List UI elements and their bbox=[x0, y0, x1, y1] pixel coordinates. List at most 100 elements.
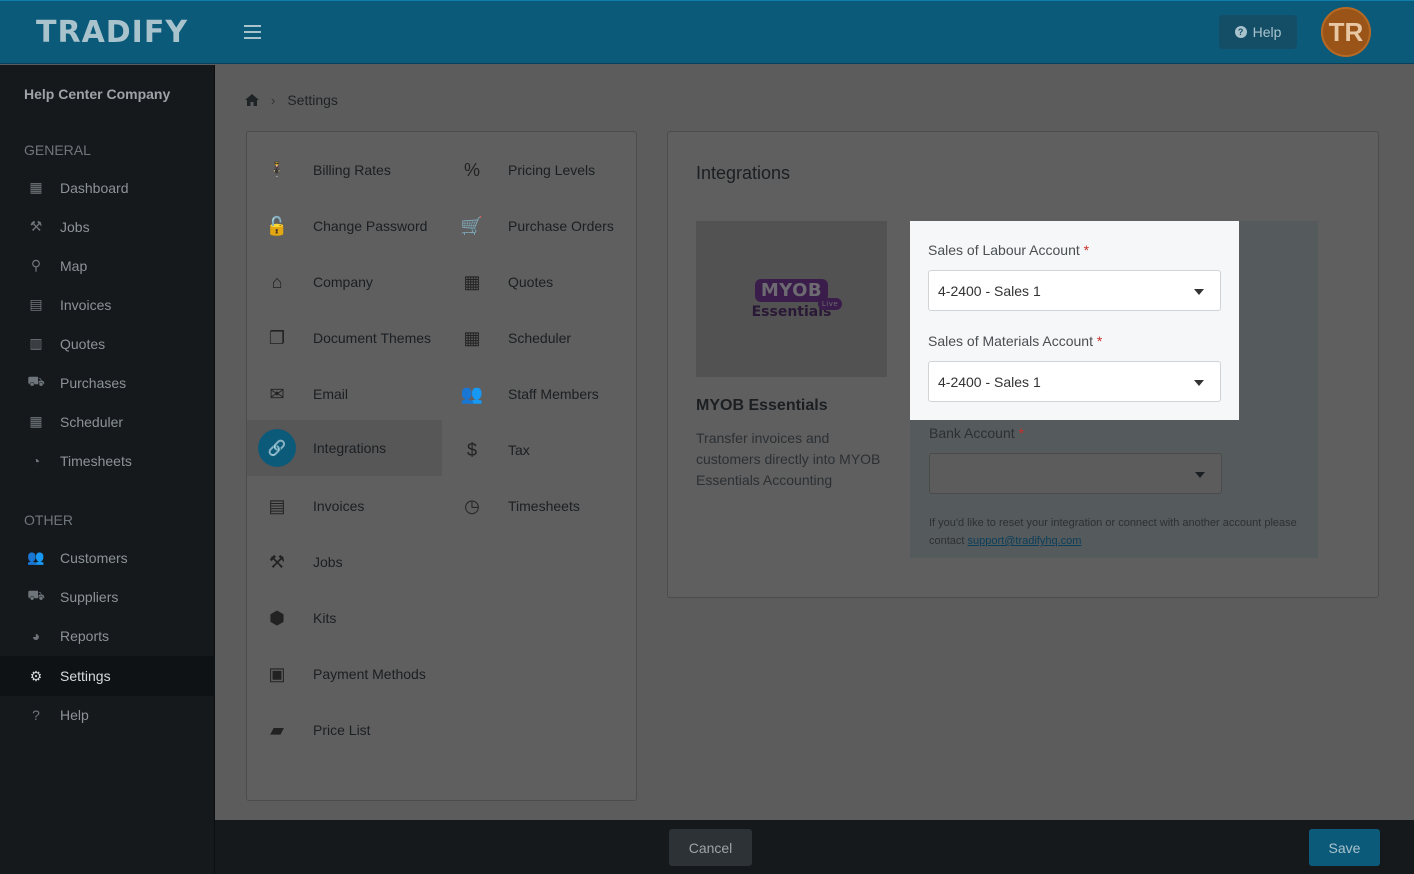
settings-item-label: Jobs bbox=[313, 554, 343, 570]
settings-item-change-password[interactable]: 🔓 Change Password bbox=[257, 198, 442, 254]
user-avatar[interactable]: TR bbox=[1321, 7, 1371, 57]
sidebar-item-label: Reports bbox=[60, 627, 110, 644]
materials-account-select[interactable]: 4-2400 - Sales 1 bbox=[928, 361, 1221, 402]
sidebar-item-label: Dashboard bbox=[60, 179, 129, 196]
labour-account-label: Sales of Labour Account * bbox=[928, 242, 1089, 258]
help-button[interactable]: ? Help bbox=[1219, 15, 1297, 49]
settings-item-label: Pricing Levels bbox=[508, 162, 596, 178]
save-button[interactable]: Save bbox=[1309, 829, 1380, 866]
sidebar-item-invoices[interactable]: ▤ Invoices bbox=[0, 285, 215, 324]
copy-icon: ❐ bbox=[268, 327, 286, 348]
breadcrumb: › Settings bbox=[245, 92, 338, 108]
book-icon: ▰ bbox=[270, 719, 284, 740]
clock-icon: ◔ bbox=[31, 452, 41, 469]
money-icon: ▣ bbox=[268, 663, 286, 684]
bank-account-select[interactable] bbox=[929, 453, 1222, 494]
settings-item-pricing-levels[interactable]: % Pricing Levels bbox=[452, 142, 632, 198]
settings-item-label: Payment Methods bbox=[313, 666, 426, 682]
settings-item-quotes[interactable]: ▦ Quotes bbox=[452, 254, 632, 310]
sidebar-item-scheduler[interactable]: ▦ Scheduler bbox=[0, 402, 215, 441]
sidebar-item-jobs[interactable]: ⚒ Jobs bbox=[0, 207, 215, 246]
caret-down-icon bbox=[1194, 380, 1204, 386]
sidebar-item-settings[interactable]: ⚙ Settings bbox=[0, 656, 215, 696]
settings-item-label: Document Themes bbox=[313, 330, 432, 346]
settings-item-staff-members[interactable]: 👥 Staff Members bbox=[452, 366, 632, 422]
sidebar-item-label: Invoices bbox=[60, 296, 112, 313]
sidebar-item-map[interactable]: ⚲ Map bbox=[0, 246, 215, 285]
myob-logo-text: MYOB bbox=[760, 279, 823, 301]
breadcrumb-current: Settings bbox=[287, 92, 338, 108]
settings-item-integrations[interactable]: 🔗 Integrations bbox=[247, 420, 442, 476]
settings-item-label: Quotes bbox=[508, 274, 554, 290]
sidebar-item-timesheets[interactable]: ◔ Timesheets bbox=[0, 441, 215, 480]
sidebar-item-reports[interactable]: ◕ Reports bbox=[0, 616, 215, 655]
sidebar-item-label: Quotes bbox=[60, 335, 106, 352]
cubes-icon: ⬢ bbox=[269, 607, 285, 628]
settings-item-company[interactable]: ⌂ Company bbox=[257, 254, 442, 310]
sidebar-item-purchases[interactable]: ⛟ Purchases bbox=[0, 363, 215, 402]
myob-live-badge: Live bbox=[817, 297, 843, 310]
unlock-icon: 🔓 bbox=[265, 215, 289, 236]
settings-item-price-list[interactable]: ▰ Price List bbox=[257, 702, 442, 758]
settings-menu: 🕴 Billing Rates 🔓 Change Password ⌂ Comp… bbox=[246, 131, 637, 801]
product-description: Transfer invoices and customers directly… bbox=[696, 430, 881, 488]
settings-item-label: Email bbox=[313, 386, 349, 402]
sidebar-item-label: Timesheets bbox=[60, 452, 132, 469]
company-name: Help Center Company bbox=[24, 86, 171, 102]
map-pin-icon: ⚲ bbox=[30, 257, 42, 273]
section-general: GENERAL bbox=[24, 142, 91, 158]
sidebar-item-quotes[interactable]: ▥ Quotes bbox=[0, 324, 215, 363]
cart-icon: 🛒 bbox=[460, 215, 484, 236]
settings-item-kits[interactable]: ⬢ Kits bbox=[257, 590, 442, 646]
support-note: If you'd like to reset your integration … bbox=[929, 514, 1299, 550]
dollar-icon: $ bbox=[466, 439, 477, 460]
caret-down-icon bbox=[1194, 289, 1204, 295]
settings-item-label: Company bbox=[313, 274, 373, 290]
highlighted-fields: Sales of Labour Account * 4-2400 - Sales… bbox=[910, 221, 1239, 420]
menu-toggle-icon[interactable] bbox=[244, 25, 261, 39]
settings-item-timesheets[interactable]: ◷ Timesheets bbox=[452, 478, 632, 534]
cart-icon: ⛟ bbox=[27, 373, 45, 389]
sidebar-item-label: Jobs bbox=[60, 218, 90, 235]
tradify-logo[interactable]: TRADIFY bbox=[36, 15, 188, 50]
labour-account-label-text: Sales of Labour Account bbox=[928, 242, 1080, 258]
product-name: MYOB Essentials bbox=[696, 397, 828, 414]
settings-item-label: Price List bbox=[313, 722, 371, 738]
hammer-icon: ⚒ bbox=[29, 218, 43, 234]
settings-item-email[interactable]: ✉ Email bbox=[257, 366, 442, 422]
file-icon: ▤ bbox=[268, 495, 286, 516]
settings-item-tax[interactable]: $ Tax bbox=[452, 422, 632, 478]
settings-item-label: Kits bbox=[313, 610, 337, 626]
pie-chart-icon: ◕ bbox=[31, 627, 41, 644]
settings-item-billing-rates[interactable]: 🕴 Billing Rates bbox=[257, 142, 442, 198]
section-other: OTHER bbox=[24, 512, 73, 528]
settings-item-payment-methods[interactable]: ▣ Payment Methods bbox=[257, 646, 442, 702]
settings-item-invoices[interactable]: ▤ Invoices bbox=[257, 478, 442, 534]
settings-item-document-themes[interactable]: ❐ Document Themes bbox=[257, 310, 442, 366]
settings-item-jobs[interactable]: ⚒ Jobs bbox=[257, 534, 442, 590]
settings-item-label: Purchase Orders bbox=[508, 218, 614, 234]
sidebar-item-suppliers[interactable]: ⛟ Suppliers bbox=[0, 577, 215, 616]
caret-down-icon bbox=[1195, 472, 1205, 478]
calendar-icon: ▦ bbox=[29, 413, 43, 429]
envelope-icon: ✉ bbox=[269, 383, 285, 404]
link-icon-wrapper: 🔗 bbox=[257, 429, 297, 467]
cancel-button[interactable]: Cancel bbox=[669, 829, 752, 866]
top-bar: TRADIFY ? Help TR bbox=[0, 0, 1414, 64]
calculator-icon: ▥ bbox=[29, 335, 43, 351]
labour-account-select[interactable]: 4-2400 - Sales 1 bbox=[928, 270, 1221, 311]
labour-account-value: 4-2400 - Sales 1 bbox=[938, 282, 1041, 299]
sidebar-item-customers[interactable]: 👥 Customers bbox=[0, 538, 215, 577]
question-circle-icon: ? bbox=[1234, 26, 1247, 38]
sidebar-item-label: Customers bbox=[60, 549, 128, 566]
users-icon: 👥 bbox=[460, 383, 484, 404]
sidebar-item-label: Suppliers bbox=[60, 588, 119, 605]
invoice-icon: ▤ bbox=[29, 296, 43, 312]
settings-item-scheduler[interactable]: ▦ Scheduler bbox=[452, 310, 632, 366]
sidebar-item-label: Scheduler bbox=[60, 413, 124, 430]
support-email-link[interactable]: support@tradifyhq.com bbox=[968, 535, 1082, 547]
home-icon[interactable] bbox=[245, 94, 259, 106]
settings-item-purchase-orders[interactable]: 🛒 Purchase Orders bbox=[452, 198, 632, 254]
sidebar-item-help[interactable]: ? Help bbox=[0, 695, 215, 734]
sidebar-item-dashboard[interactable]: ▦ Dashboard bbox=[0, 168, 215, 207]
